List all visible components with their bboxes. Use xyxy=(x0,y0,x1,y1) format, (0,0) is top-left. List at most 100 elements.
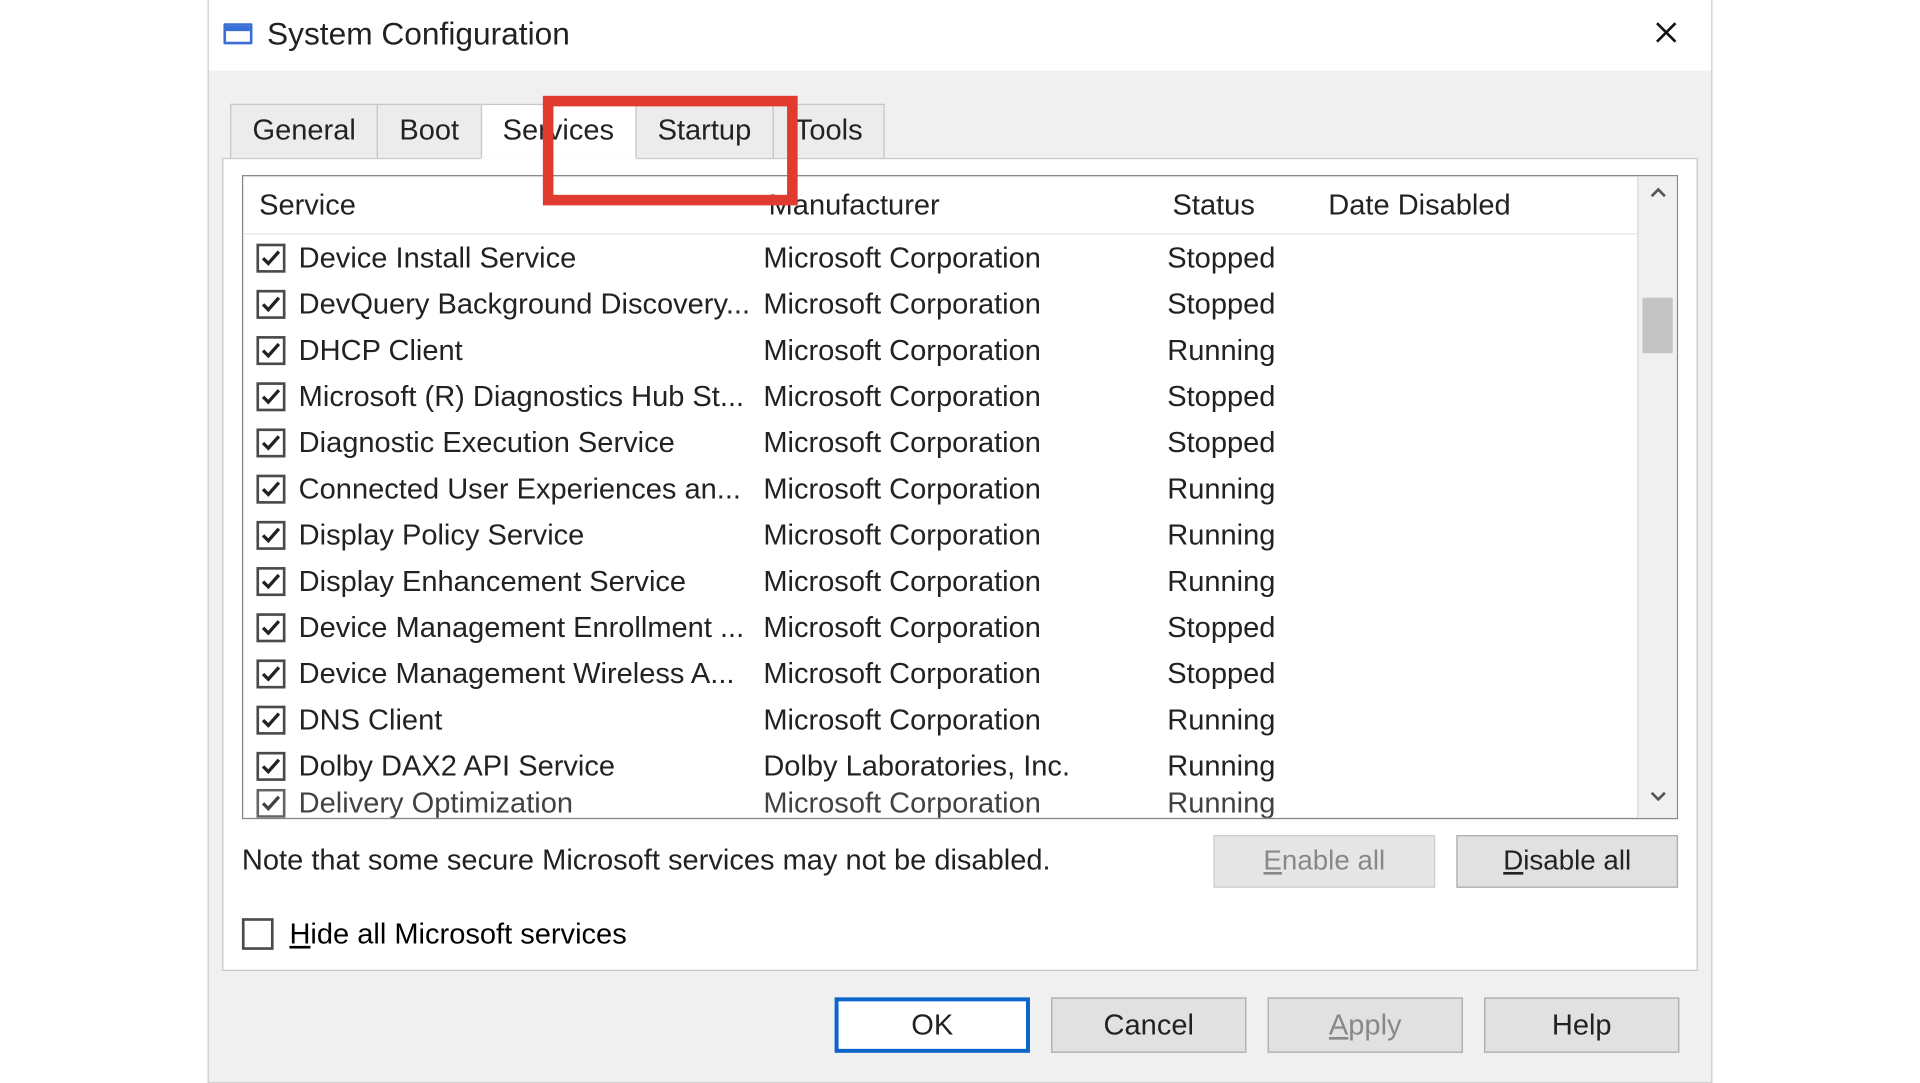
window-title: System Configuration xyxy=(267,17,570,54)
service-checkbox[interactable] xyxy=(256,789,285,818)
service-checkbox[interactable] xyxy=(256,428,285,457)
table-row[interactable]: Dolby DAX2 API ServiceDolby Laboratories… xyxy=(256,743,1637,789)
enable-all-button[interactable]: Enable all xyxy=(1213,835,1435,888)
service-manufacturer: Microsoft Corporation xyxy=(763,425,1167,459)
scroll-up-button[interactable] xyxy=(1638,176,1676,216)
scroll-down-button[interactable] xyxy=(1638,778,1676,818)
service-status: Running xyxy=(1167,471,1323,505)
service-name: Connected User Experiences an... xyxy=(299,471,764,505)
service-status: Running xyxy=(1167,564,1323,598)
service-manufacturer: Microsoft Corporation xyxy=(763,564,1167,598)
column-headers[interactable]: Service Manufacturer Status Date Disable… xyxy=(243,176,1637,234)
service-status: Running xyxy=(1167,749,1323,783)
service-checkbox[interactable] xyxy=(256,659,285,688)
system-configuration-window: System Configuration General Boot Servic… xyxy=(208,0,1713,1083)
table-row[interactable]: DHCP ClientMicrosoft CorporationRunning xyxy=(256,327,1637,373)
tab-tools[interactable]: Tools xyxy=(772,104,885,158)
service-status: Stopped xyxy=(1167,287,1323,321)
table-row[interactable]: Microsoft (R) Diagnostics Hub St...Micro… xyxy=(256,373,1637,419)
service-checkbox[interactable] xyxy=(256,520,285,549)
service-name: Device Management Enrollment ... xyxy=(299,610,764,644)
service-name: Device Install Service xyxy=(299,240,764,274)
close-button[interactable] xyxy=(1637,6,1695,64)
table-row[interactable]: Delivery OptimizationMicrosoft Corporati… xyxy=(256,789,1637,818)
service-manufacturer: Microsoft Corporation xyxy=(763,471,1167,505)
service-manufacturer: Microsoft Corporation xyxy=(763,656,1167,690)
services-panel: Service Manufacturer Status Date Disable… xyxy=(222,158,1698,971)
service-manufacturer: Microsoft Corporation xyxy=(763,333,1167,367)
note-text: Note that some secure Microsoft services… xyxy=(242,835,1192,877)
service-manufacturer: Microsoft Corporation xyxy=(763,240,1167,274)
scroll-thumb[interactable] xyxy=(1642,298,1672,353)
service-status: Running xyxy=(1167,518,1323,552)
apply-button[interactable]: Apply xyxy=(1268,997,1463,1052)
service-checkbox[interactable] xyxy=(256,613,285,642)
service-checkbox[interactable] xyxy=(256,474,285,503)
service-manufacturer: Microsoft Corporation xyxy=(763,287,1167,321)
tab-boot[interactable]: Boot xyxy=(377,104,482,158)
service-status: Stopped xyxy=(1167,610,1323,644)
service-checkbox[interactable] xyxy=(256,243,285,272)
vertical-scrollbar[interactable] xyxy=(1637,176,1677,818)
service-name: Display Policy Service xyxy=(299,518,764,552)
chevron-up-icon xyxy=(1648,184,1666,209)
tab-services[interactable]: Services xyxy=(480,104,636,159)
service-status: Stopped xyxy=(1167,656,1323,690)
service-checkbox[interactable] xyxy=(256,751,285,780)
table-row[interactable]: Display Enhancement ServiceMicrosoft Cor… xyxy=(256,558,1637,604)
table-row[interactable]: DNS ClientMicrosoft CorporationRunning xyxy=(256,696,1637,742)
ok-button[interactable]: OK xyxy=(835,997,1030,1052)
service-checkbox[interactable] xyxy=(256,705,285,734)
table-row[interactable]: Connected User Experiences an...Microsof… xyxy=(256,465,1637,511)
service-name: Microsoft (R) Diagnostics Hub St... xyxy=(299,379,764,413)
tab-general[interactable]: General xyxy=(230,104,378,158)
scroll-track[interactable] xyxy=(1638,216,1676,778)
col-service[interactable]: Service xyxy=(259,188,769,222)
service-checkbox[interactable] xyxy=(256,566,285,595)
cancel-button[interactable]: Cancel xyxy=(1051,997,1246,1052)
services-listview[interactable]: Service Manufacturer Status Date Disable… xyxy=(242,175,1678,819)
service-name: Dolby DAX2 API Service xyxy=(299,749,764,783)
service-status: Running xyxy=(1167,702,1323,736)
table-row[interactable]: DevQuery Background Discovery...Microsof… xyxy=(256,281,1637,327)
close-icon xyxy=(1653,19,1679,52)
service-manufacturer: Microsoft Corporation xyxy=(763,518,1167,552)
disable-all-button[interactable]: Disable all xyxy=(1456,835,1678,888)
service-name: DHCP Client xyxy=(299,333,764,367)
hide-microsoft-services-checkbox[interactable]: Hide all Microsoft services xyxy=(242,917,1678,951)
service-name: DNS Client xyxy=(299,702,764,736)
tab-strip: General Boot Services Startup Tools xyxy=(209,71,1711,158)
service-manufacturer: Dolby Laboratories, Inc. xyxy=(763,749,1167,783)
table-row[interactable]: Diagnostic Execution ServiceMicrosoft Co… xyxy=(256,419,1637,465)
chevron-down-icon xyxy=(1648,786,1666,811)
tab-startup[interactable]: Startup xyxy=(635,104,774,158)
titlebar: System Configuration xyxy=(209,0,1711,71)
col-manufacturer[interactable]: Manufacturer xyxy=(769,188,1173,222)
table-row[interactable]: Device Management Enrollment ...Microsof… xyxy=(256,604,1637,650)
service-status: Running xyxy=(1167,789,1323,818)
service-name: Delivery Optimization xyxy=(299,789,764,818)
app-icon xyxy=(222,19,254,51)
service-status: Stopped xyxy=(1167,240,1323,274)
service-name: Device Management Wireless A... xyxy=(299,656,764,690)
service-status: Stopped xyxy=(1167,425,1323,459)
checkbox-icon xyxy=(242,918,274,950)
service-checkbox[interactable] xyxy=(256,335,285,364)
table-row[interactable]: Display Policy ServiceMicrosoft Corporat… xyxy=(256,512,1637,558)
help-button[interactable]: Help xyxy=(1484,997,1679,1052)
service-status: Stopped xyxy=(1167,379,1323,413)
service-manufacturer: Microsoft Corporation xyxy=(763,379,1167,413)
table-row[interactable]: Device Management Wireless A...Microsoft… xyxy=(256,650,1637,696)
service-name: Display Enhancement Service xyxy=(299,564,764,598)
service-checkbox[interactable] xyxy=(256,289,285,318)
service-name: Diagnostic Execution Service xyxy=(299,425,764,459)
service-manufacturer: Microsoft Corporation xyxy=(763,610,1167,644)
service-manufacturer: Microsoft Corporation xyxy=(763,702,1167,736)
service-manufacturer: Microsoft Corporation xyxy=(763,789,1167,818)
col-status[interactable]: Status xyxy=(1173,188,1329,222)
service-status: Running xyxy=(1167,333,1323,367)
col-date-disabled[interactable]: Date Disabled xyxy=(1328,188,1637,222)
service-name: DevQuery Background Discovery... xyxy=(299,287,764,321)
service-checkbox[interactable] xyxy=(256,382,285,411)
table-row[interactable]: Device Install ServiceMicrosoft Corporat… xyxy=(256,234,1637,280)
